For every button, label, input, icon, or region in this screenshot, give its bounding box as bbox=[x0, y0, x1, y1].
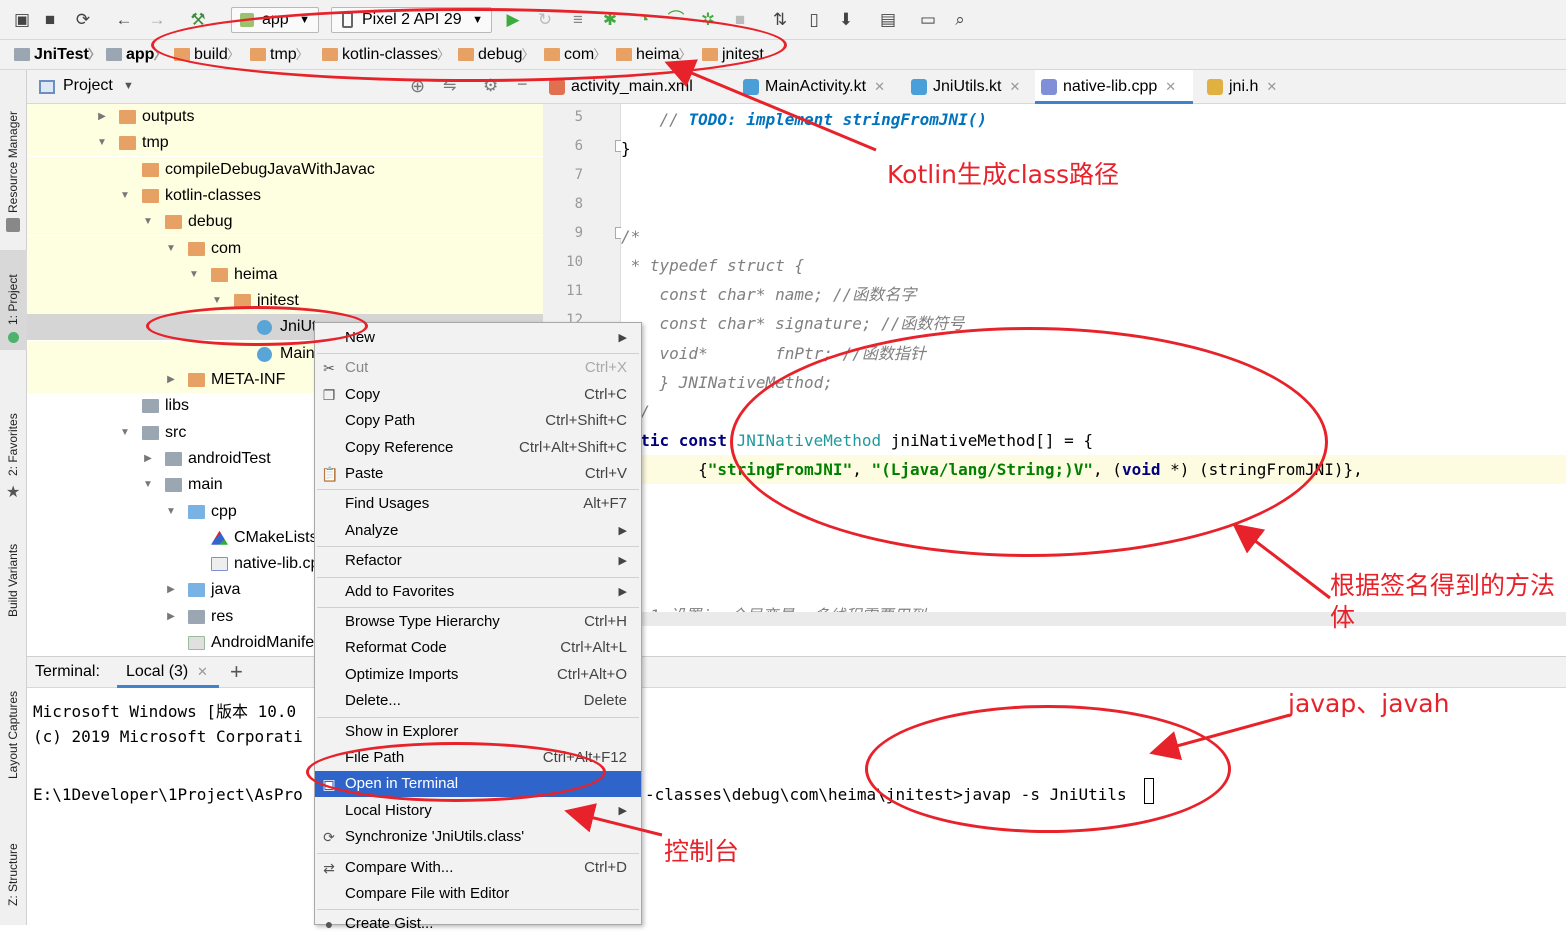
annotation-console: 控制台 bbox=[664, 837, 740, 866]
annotation-arrow bbox=[664, 59, 877, 152]
annotation-javap: javap、javah bbox=[1288, 689, 1450, 718]
annotation-kotlin-path: Kotlin生成class路径 bbox=[887, 160, 1120, 189]
annotation-method-body: 根据签名得到的方法 bbox=[1330, 571, 1556, 600]
annotation-arrow bbox=[1149, 713, 1291, 761]
annotation-arrows bbox=[564, 59, 1331, 837]
annotation-arrow bbox=[564, 803, 663, 837]
annotation-method-body-2: 体 bbox=[1330, 603, 1356, 632]
annotation-arrow bbox=[1232, 523, 1331, 600]
